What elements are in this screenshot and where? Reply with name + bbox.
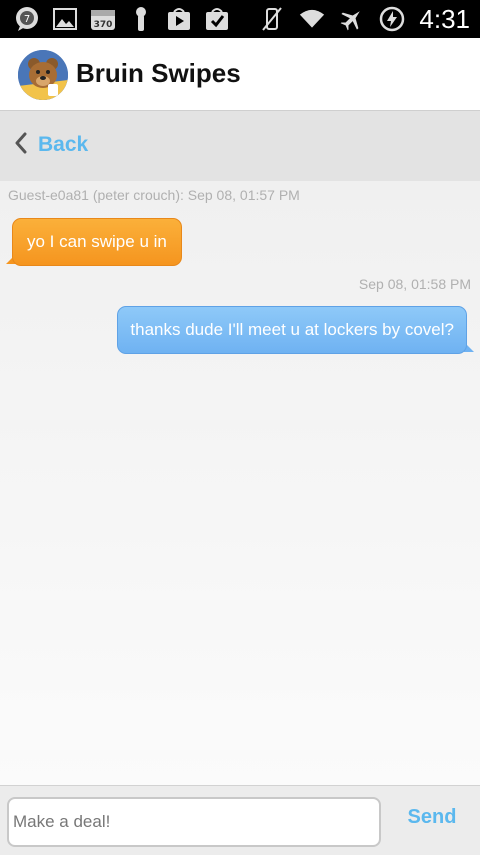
- message-meta: Guest-e0a81 (peter crouch): Sep 08, 01:5…: [8, 187, 300, 203]
- battery-charging-icon: [379, 6, 405, 32]
- image-icon: [52, 6, 78, 32]
- system-icons: 4:31: [259, 4, 470, 34]
- back-label: Back: [38, 133, 89, 156]
- status-bar: 7 370 4:31: [0, 0, 480, 38]
- notification-count: 7: [24, 14, 30, 25]
- checklist-bag-icon: [204, 6, 230, 32]
- incoming-message-bubble[interactable]: yo I can swipe u in: [12, 218, 182, 266]
- notification-icons: 7 370: [14, 6, 230, 32]
- app-title: Bruin Swipes: [76, 58, 241, 88]
- calendar-number: 370: [94, 20, 113, 30]
- message-input[interactable]: [7, 797, 381, 847]
- keyhole-icon: [128, 6, 154, 32]
- airplane-icon: [339, 6, 365, 32]
- calendar-370-icon: 370: [90, 6, 116, 32]
- status-time: 4:31: [419, 3, 470, 34]
- play-store-icon: [166, 6, 192, 32]
- wifi-icon: [299, 6, 325, 32]
- bruin-bear-logo: [18, 50, 68, 100]
- chevron-left-icon: [14, 132, 28, 159]
- navigation-bar: Back: [0, 111, 480, 181]
- chat-bubble-notification-icon: 7: [14, 6, 40, 32]
- vibrate-off-icon: [259, 6, 285, 32]
- back-button[interactable]: Back: [14, 127, 88, 163]
- outgoing-message-bubble[interactable]: thanks dude I'll meet u at lockers by co…: [117, 306, 467, 354]
- message-meta: Sep 08, 01:58 PM: [358, 276, 471, 292]
- chat-thread[interactable]: Guest-e0a81 (peter crouch): Sep 08, 01:5…: [0, 181, 480, 785]
- app-bar: Bruin Swipes: [0, 38, 480, 111]
- send-button[interactable]: Send: [396, 806, 468, 836]
- message-composer: Send: [0, 785, 480, 855]
